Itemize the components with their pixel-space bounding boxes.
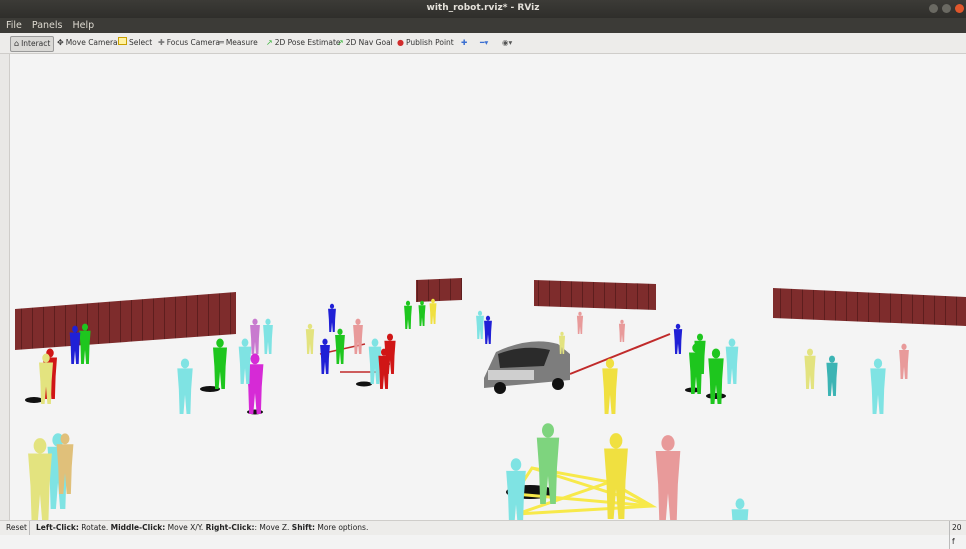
publish-point-tool-button[interactable]: ● Publish Point [397, 36, 454, 50]
pedestrian [238, 338, 252, 384]
maximize-icon[interactable] [942, 4, 951, 13]
menu-panels[interactable]: Panels [26, 18, 67, 31]
eye-icon: ◉▾ [502, 38, 513, 47]
pedestrian [618, 319, 626, 342]
pedestrian [250, 318, 260, 354]
hint-key: Left-Click: [36, 523, 79, 532]
pedestrian [804, 348, 816, 389]
menu-bar: File Panels Help [0, 18, 966, 33]
focus-camera-tool-button[interactable]: ✚ Focus Camera [158, 36, 220, 50]
select-tool-button[interactable]: Select [118, 36, 152, 50]
pedestrian [484, 315, 492, 344]
remove-tool-button[interactable]: ━▾ [480, 36, 488, 50]
wall-right [773, 288, 966, 326]
pedestrian [731, 498, 749, 520]
view-options-button[interactable]: ◉▾ [502, 36, 512, 50]
pedestrian [476, 310, 484, 339]
status-bar: Reset Left-Click: Rotate. Middle-Click: … [0, 520, 966, 549]
pedestrian [826, 355, 838, 396]
wall-center-right [534, 280, 656, 310]
pose-estimate-tool-button[interactable]: ↗ 2D Pose Estimate [266, 36, 341, 50]
pedestrian [604, 433, 628, 519]
robot-car [484, 341, 570, 394]
pedestrian [213, 338, 227, 389]
cursor-icon: ⌂ [14, 39, 20, 48]
publish-point-label: Publish Point [405, 38, 454, 47]
scene-svg[interactable] [10, 54, 966, 520]
pedestrian [305, 323, 315, 354]
select-icon [118, 37, 127, 45]
ruler-icon: ═ [219, 38, 224, 47]
close-icon[interactable] [955, 4, 964, 13]
select-label: Select [129, 38, 153, 47]
minus-icon: ━▾ [480, 38, 489, 47]
hint-text: More options. [314, 523, 369, 532]
pedestrian [353, 318, 363, 354]
wall-center-left [416, 278, 462, 302]
wall-left [15, 292, 236, 350]
3d-render-view[interactable] [10, 54, 966, 520]
hint-text: : Move Z. [254, 523, 292, 532]
hint-key: Right-Click: [205, 523, 255, 532]
green-arrow-icon: ↗ [266, 38, 273, 47]
pedestrian [177, 358, 193, 414]
nav-goal-label: 2D Nav Goal [345, 38, 393, 47]
pedestrian [429, 298, 437, 324]
pedestrian [655, 435, 681, 520]
pedestrian [328, 303, 336, 332]
map-pin-icon: ● [397, 38, 404, 47]
pedestrian [404, 300, 412, 329]
pedestrian [320, 338, 330, 374]
interact-label: Interact [21, 39, 51, 48]
pedestrian [725, 338, 739, 384]
move-icon: ✥ [57, 38, 64, 47]
collapsed-side-panel[interactable] [0, 54, 10, 520]
measure-tool-button[interactable]: ═ Measure [219, 36, 258, 50]
interact-tool-button[interactable]: ⌂ Interact [10, 36, 55, 52]
menu-file[interactable]: File [0, 18, 26, 31]
crosshair-icon: ✚ [158, 38, 165, 47]
hint-text: Move X/Y. [165, 523, 206, 532]
title-bar: with_robot.rviz* - RViz [0, 0, 966, 18]
pedestrian [576, 311, 584, 334]
pedestrian [263, 318, 273, 354]
measure-label: Measure [225, 38, 258, 47]
pedestrian [418, 300, 426, 326]
plus-icon: ✚ [461, 38, 468, 47]
pedestrian [602, 358, 618, 414]
hint-key: Middle-Click: [110, 523, 166, 532]
focus-camera-label: Focus Camera [166, 38, 220, 47]
pedestrian [506, 458, 526, 520]
status-hint: Left-Click: Rotate. Middle-Click: Move X… [36, 521, 368, 535]
reset-button[interactable]: Reset [4, 521, 30, 535]
pedestrian [870, 358, 886, 414]
window-title: with_robot.rviz* - RViz [426, 3, 540, 13]
move-camera-tool-button[interactable]: ✥ Move Camera [57, 36, 118, 50]
move-camera-label: Move Camera [65, 38, 118, 47]
add-tool-button[interactable]: ✚ [461, 36, 467, 50]
toolbar: ⌂ Interact ✥ Move Camera Select ✚ Focus Cam… [0, 33, 966, 54]
menu-help[interactable]: Help [66, 18, 98, 31]
pedestrian [899, 343, 909, 379]
green-arrow-icon: ↗ [337, 38, 344, 47]
fps-readout: 20 f [949, 521, 966, 549]
nav-goal-tool-button[interactable]: ↗ 2D Nav Goal [337, 36, 393, 50]
pedestrian [673, 323, 683, 354]
hint-text: Rotate. [78, 523, 111, 532]
minimize-icon[interactable] [929, 4, 938, 13]
pose-estimate-label: 2D Pose Estimate [274, 38, 341, 47]
hint-key: Shift: [291, 523, 315, 532]
pedestrian [335, 328, 345, 364]
